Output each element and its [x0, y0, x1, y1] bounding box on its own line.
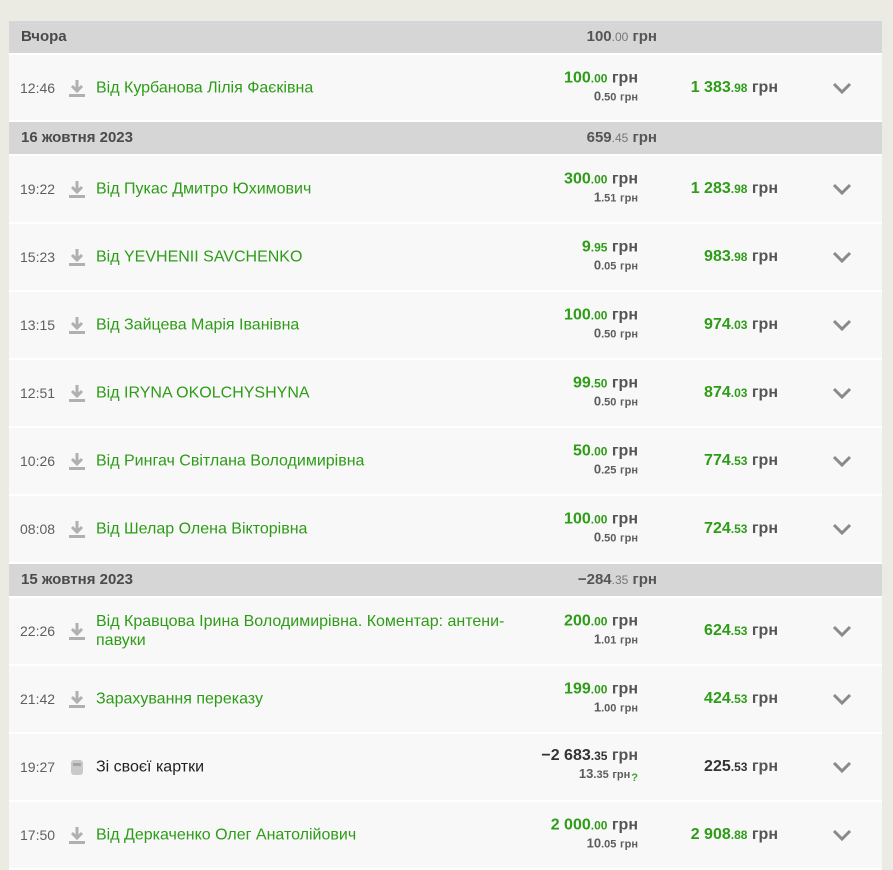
transaction-time: 12:51 [20, 385, 56, 401]
chevron-down-icon[interactable] [832, 183, 852, 195]
transaction-row[interactable]: 10:26 Від Рингач Світлана Володимирівна … [9, 428, 882, 496]
group-date: 15 жовтня 2023 [21, 571, 133, 588]
chevron-down-icon[interactable] [832, 82, 852, 94]
transaction-description[interactable]: Від Рингач Світлана Володимирівна [96, 452, 516, 471]
transaction-row[interactable]: 21:42 Зарахування переказу 199.00 грн 1.… [9, 666, 882, 734]
date-group-header: 16 жовтня 2023 659.45 грн [9, 122, 882, 156]
transaction-description[interactable]: Зарахування переказу [96, 690, 516, 709]
transaction-amount: 9.95 грн 0.05 грн [582, 239, 638, 276]
chevron-down-icon[interactable] [832, 319, 852, 331]
download-icon [69, 521, 85, 538]
chevron-down-icon[interactable] [832, 625, 852, 637]
fee-help-icon[interactable]: ? [631, 769, 638, 787]
transaction-row[interactable]: 15:23 Від YEVHENII SAVCHENKO 9.95 грн 0.… [9, 224, 882, 292]
card-icon [71, 760, 83, 775]
transaction-time: 13:15 [20, 317, 56, 333]
transaction-row[interactable]: 22:26 Від Кравцова Ірина Володимирівна. … [9, 598, 882, 666]
transaction-fee: 0.50 грн [593, 325, 638, 341]
transaction-time: 22:26 [20, 623, 56, 639]
group-date: Вчора [21, 28, 67, 45]
transaction-description[interactable]: Від IRYNA OKOLCHYSHYNA [96, 384, 516, 403]
download-icon [69, 453, 85, 470]
transaction-description[interactable]: Від Пукас Дмитро Юхимович [96, 180, 516, 199]
balance-after: 424.53 грн [704, 690, 778, 707]
balance-after: 1 283.98 грн [690, 180, 778, 197]
transaction-fee: 0.50 грн [593, 393, 638, 409]
balance-after: 2 908.88 грн [690, 826, 778, 843]
balance-after: 774.53 грн [704, 452, 778, 469]
chevron-down-icon[interactable] [832, 523, 852, 535]
transaction-description[interactable]: Від YEVHENII SAVCHENKO [96, 248, 516, 267]
download-icon [69, 79, 85, 97]
transaction-amount: 50.00 грн 0.25 грн [573, 443, 638, 480]
transaction-fee: 1.51 грн [593, 189, 638, 205]
transaction-row[interactable]: 19:22 Від Пукас Дмитро Юхимович 300.00 г… [9, 156, 882, 224]
transaction-fee: 0.50 грн [593, 529, 638, 545]
download-icon [69, 181, 85, 198]
transaction-fee: 13.35 грн? [541, 765, 638, 787]
transaction-amount: 199.00 грн 1.00 грн [564, 681, 638, 718]
chevron-down-icon[interactable] [832, 455, 852, 467]
transaction-amount: 2 000.00 грн 10.05 грн [551, 817, 638, 854]
transaction-row[interactable]: 13:15 Від Зайцева Марія Іванівна 100.00 … [9, 292, 882, 360]
download-icon [69, 827, 85, 844]
date-group-header: 15 жовтня 2023 −284.35 грн [9, 564, 882, 598]
group-date: 16 жовтня 2023 [21, 129, 133, 146]
download-icon [69, 385, 85, 402]
transaction-time: 10:26 [20, 453, 56, 469]
transaction-row[interactable]: 12:51 Від IRYNA OKOLCHYSHYNA 99.50 грн 0… [9, 360, 882, 428]
transaction-row[interactable]: 17:50 Від Деркаченко Олег Анатолійович 2… [9, 802, 882, 870]
transaction-amount: 100.00 грн 0.50 грн [564, 69, 638, 106]
transaction-time: 21:42 [20, 691, 56, 707]
transaction-amount: 300.00 грн 1.51 грн [564, 171, 638, 208]
balance-after: 974.03 грн [704, 316, 778, 333]
balance-after: 1 383.98 грн [690, 78, 778, 96]
group-total: 659.45 грн [586, 129, 657, 146]
group-total: −284.35 грн [577, 571, 657, 588]
balance-after: 724.53 грн [704, 520, 778, 537]
transaction-fee: 0.25 грн [593, 461, 638, 477]
balance-after: 624.53 грн [704, 622, 778, 639]
transaction-time: 12:46 [20, 79, 56, 96]
transaction-amount: 200.00 грн 1.01 грн [564, 613, 638, 650]
transaction-description[interactable]: Від Шелар Олена Вікторівна [96, 520, 516, 539]
download-icon [69, 623, 85, 640]
transaction-amount: −2 683.35 грн 13.35 грн? [541, 747, 638, 787]
transaction-time: 15:23 [20, 249, 56, 265]
group-total: 100.00 грн [586, 28, 657, 45]
transaction-time: 08:08 [20, 521, 56, 537]
transaction-row[interactable]: 08:08 Від Шелар Олена Вікторівна 100.00 … [9, 496, 882, 564]
chevron-down-icon[interactable] [832, 829, 852, 841]
transaction-row[interactable]: 19:27 Зі своєї картки −2 683.35 грн 13.3… [9, 734, 882, 802]
chevron-down-icon[interactable] [832, 251, 852, 263]
download-icon [69, 317, 85, 334]
transaction-time: 19:22 [20, 181, 56, 197]
chevron-down-icon[interactable] [832, 761, 852, 773]
transaction-description[interactable]: Від Деркаченко Олег Анатолійович [96, 826, 516, 845]
transaction-fee: 0.05 грн [593, 257, 638, 273]
balance-after: 874.03 грн [704, 384, 778, 401]
transaction-fee: 0.50 грн [593, 88, 638, 103]
date-group-header: Вчора 100.00 грн [9, 21, 882, 55]
transaction-amount: 99.50 грн 0.50 грн [573, 375, 638, 412]
transaction-time: 19:27 [20, 759, 56, 775]
transaction-description[interactable]: Від Курбанова Лілія Фаєківна [96, 78, 516, 97]
transaction-time: 17:50 [20, 827, 56, 843]
download-icon [69, 249, 85, 266]
download-icon [69, 691, 85, 708]
transaction-row[interactable]: 12:46 Від Курбанова Лілія Фаєківна 100.0… [9, 55, 882, 122]
transaction-fee: 1.00 грн [593, 699, 638, 715]
transaction-description[interactable]: Від Зайцева Марія Іванівна [96, 316, 516, 335]
chevron-down-icon[interactable] [832, 387, 852, 399]
chevron-down-icon[interactable] [832, 693, 852, 705]
balance-after: 983.98 грн [704, 248, 778, 265]
transaction-description[interactable]: Зі своєї картки [96, 758, 516, 777]
transaction-description[interactable]: Від Кравцова Ірина Володимирівна. Комент… [96, 612, 516, 650]
balance-after: 225.53 грн [704, 758, 778, 775]
transaction-list: Вчора 100.00 грн 12:46 Від Курбанова Ліл… [9, 21, 882, 870]
transaction-fee: 10.05 грн [586, 835, 638, 851]
transaction-fee: 1.01 грн [593, 631, 638, 647]
transaction-amount: 100.00 грн 0.50 грн [564, 511, 638, 548]
transaction-amount: 100.00 грн 0.50 грн [564, 307, 638, 344]
